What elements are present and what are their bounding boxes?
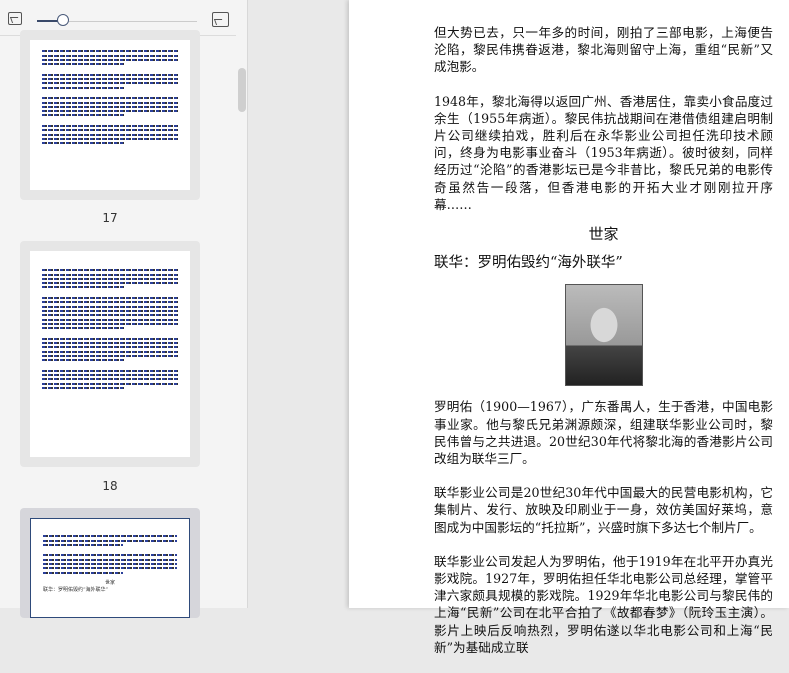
thumbnail-page bbox=[30, 40, 190, 190]
section-title: 世家 bbox=[588, 225, 619, 244]
article-title: 联华：罗明佑毁约“海外联华” bbox=[434, 255, 623, 272]
document-page: 但大势已去，只一年多的时间，刚拍了三部电影，上海便告沦陷，黎民伟携眷返港，黎北海… bbox=[349, 0, 789, 655]
thumbnail-page: 世家 联华：罗明佑毁约“海外联华” bbox=[30, 518, 190, 618]
small-thumbnail-icon[interactable] bbox=[8, 12, 22, 25]
paragraph: 联华影业公司是20世纪30年代中国最大的民营电影机构，它集制片、发行、放映及印刷… bbox=[434, 485, 773, 535]
large-thumbnail-icon[interactable] bbox=[212, 12, 229, 27]
portrait-photo bbox=[564, 284, 643, 387]
page-content: 但大势已去，只一年多的时间，刚拍了三部电影，上海便告沦陷，黎民伟携眷返港，黎北海… bbox=[434, 24, 773, 673]
thumbnail-subheading: 联华：罗明佑毁约“海外联华” bbox=[43, 586, 109, 593]
page-number-label: 18 bbox=[102, 479, 118, 493]
paragraph: 罗明佑（1900—1967），广东番禺人，生于香港，中国电影事业家。他与黎氏兄弟… bbox=[434, 399, 773, 467]
slider-fill bbox=[37, 20, 59, 22]
thumbnail-sidebar: 17 18 世家 联华：罗明佑毁约“海外联华” bbox=[0, 0, 248, 618]
paragraph: 1948年，黎北海得以返回广州、香港居住，靠卖小食品度过余生（1955年病逝）。… bbox=[434, 93, 773, 212]
page-thumbnail-17[interactable] bbox=[20, 30, 200, 200]
page-thumbnail-19[interactable]: 世家 联华：罗明佑毁约“海外联华” bbox=[20, 508, 200, 618]
paragraph: 但大势已去，只一年多的时间，刚拍了三部电影，上海便告沦陷，黎民伟携眷返港，黎北海… bbox=[434, 25, 773, 75]
paragraph: 联华影业公司发起人为罗明佑，他于1919年在北平开办真光影戏院。1927年，罗明… bbox=[434, 553, 773, 655]
page-number-label: 17 bbox=[102, 211, 118, 225]
thumbnail-page bbox=[30, 251, 190, 457]
thumbnail-heading: 世家 bbox=[104, 579, 115, 586]
sidebar-scrollbar[interactable] bbox=[238, 68, 246, 112]
page-thumbnail-18[interactable] bbox=[20, 241, 200, 467]
slider-handle[interactable] bbox=[57, 14, 69, 26]
